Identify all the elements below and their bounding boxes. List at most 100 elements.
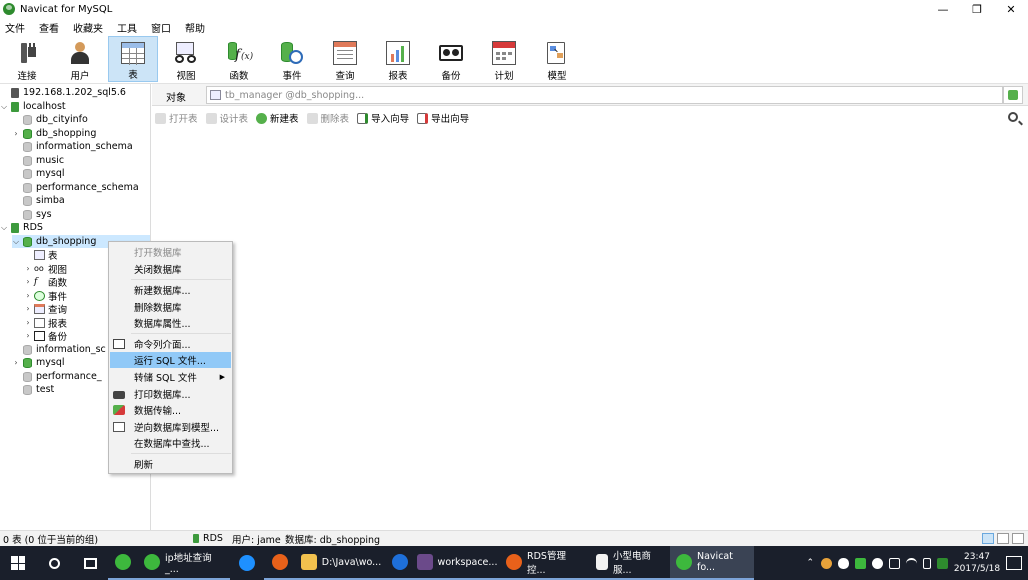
- chevron-right-icon[interactable]: ›: [24, 264, 32, 273]
- menu-item-dump-sql-file[interactable]: 转储 SQL 文件 ▶: [110, 369, 231, 385]
- menu-item-console[interactable]: 命令列介面...: [110, 336, 231, 352]
- close-button[interactable]: ✕: [994, 0, 1028, 18]
- task-view-button[interactable]: [72, 546, 108, 580]
- chevron-down-icon[interactable]: ⌵: [0, 223, 8, 233]
- toolbar-connection-button[interactable]: 连接: [2, 36, 52, 82]
- menu-window[interactable]: 窗口: [146, 20, 180, 35]
- taskbar-app-browser[interactable]: ip地址查询_...: [138, 546, 230, 580]
- open-table-button[interactable]: 打开表: [155, 111, 198, 125]
- volume-icon[interactable]: [889, 557, 900, 569]
- object-path-field[interactable]: tb_manager @db_shopping...: [206, 86, 1003, 104]
- menu-item-print-database[interactable]: 打印数据库...: [110, 386, 231, 402]
- toolbar-user-button[interactable]: 用户: [55, 36, 105, 82]
- taskbar-app-document[interactable]: 小型电商服...: [590, 546, 670, 580]
- taskbar-app-k[interactable]: [386, 546, 414, 580]
- chevron-right-icon[interactable]: ›: [24, 277, 32, 286]
- battery-icon[interactable]: [923, 557, 931, 569]
- import-wizard-button[interactable]: 导入向导: [357, 111, 409, 125]
- toolbar-view-button[interactable]: 视图: [161, 36, 211, 82]
- tree-item-database[interactable]: information_sc: [12, 343, 106, 356]
- tree-item-object[interactable]: › 报表: [24, 316, 67, 330]
- tree-item-object[interactable]: › f 函数: [24, 275, 67, 289]
- search-button[interactable]: [36, 546, 72, 580]
- chevron-right-icon[interactable]: ›: [24, 291, 32, 300]
- taskbar-app-wechat[interactable]: [108, 546, 138, 580]
- tree-item-database[interactable]: sys: [12, 208, 52, 221]
- tree-item-object[interactable]: › 查询: [24, 302, 67, 316]
- toolbar-event-button[interactable]: 事件: [267, 36, 317, 82]
- tree-item-database[interactable]: performance_: [12, 370, 102, 383]
- tree-item-database[interactable]: test: [12, 383, 54, 396]
- start-button[interactable]: [0, 546, 36, 580]
- er-diagram-view-button[interactable]: [1012, 533, 1024, 544]
- menu-item-run-sql-file[interactable]: 运行 SQL 文件...: [110, 352, 231, 368]
- toolbar-query-button[interactable]: 查询: [320, 36, 370, 82]
- toolbar-schedule-button[interactable]: 计划: [479, 36, 529, 82]
- wifi-icon[interactable]: [906, 557, 917, 569]
- menu-item-refresh[interactable]: 刷新: [110, 456, 231, 472]
- menu-file[interactable]: 文件: [0, 20, 34, 35]
- minimize-button[interactable]: —: [926, 0, 960, 18]
- menu-help[interactable]: 帮助: [180, 20, 214, 35]
- tree-item-database[interactable]: information_schema: [12, 140, 133, 153]
- chevron-right-icon[interactable]: ›: [24, 331, 32, 340]
- menu-view[interactable]: 查看: [34, 20, 68, 35]
- menu-favorites[interactable]: 收藏夹: [68, 20, 112, 35]
- design-table-button[interactable]: 设计表: [205, 111, 248, 125]
- menu-item-find-in-database[interactable]: 在数据库中查找...: [110, 435, 231, 451]
- tree-item-object[interactable]: › 事件: [24, 289, 67, 303]
- taskbar-app-explorer[interactable]: D:\Java\wo...: [296, 546, 386, 580]
- taskbar-app-navicat[interactable]: Navicat fo...: [670, 546, 754, 580]
- ime-icon[interactable]: [937, 557, 948, 569]
- clock[interactable]: 23:47 2017/5/18: [951, 551, 1003, 575]
- cloud-icon[interactable]: [838, 557, 849, 569]
- tree-item-database[interactable]: › db_shopping: [12, 127, 96, 140]
- tree-item-object[interactable]: › oo 视图: [24, 262, 67, 276]
- tray-app-icon[interactable]: [821, 557, 832, 569]
- tree-item-database[interactable]: db_cityinfo: [12, 113, 88, 126]
- shield-icon[interactable]: [855, 557, 866, 569]
- detail-view-button[interactable]: [997, 533, 1009, 544]
- delete-table-button[interactable]: 删除表: [306, 111, 349, 125]
- tree-item-database[interactable]: simba: [12, 194, 65, 207]
- tab-objects[interactable]: 对象: [166, 89, 186, 104]
- tree-item-connection[interactable]: 192.168.1.202_sql5.6: [0, 86, 126, 99]
- menu-item-close-database[interactable]: 关闭数据库: [110, 261, 231, 277]
- tree-item-connection[interactable]: ⌵ localhost: [0, 100, 66, 113]
- toolbar-backup-button[interactable]: 备份: [426, 36, 476, 82]
- chevron-down-icon[interactable]: ⌵: [0, 102, 8, 112]
- menu-item-database-properties[interactable]: 数据库属性...: [110, 315, 231, 331]
- chevron-right-icon[interactable]: ›: [12, 129, 20, 138]
- chevron-down-icon[interactable]: ⌵: [12, 237, 20, 247]
- export-wizard-button[interactable]: 导出向导: [417, 111, 469, 125]
- menu-item-data-transfer[interactable]: 数据传输...: [110, 402, 231, 418]
- menu-item-new-database[interactable]: 新建数据库...: [110, 282, 231, 298]
- menu-item-reverse-to-model[interactable]: 逆向数据库到模型...: [110, 419, 231, 435]
- taskbar-app-eclipse[interactable]: workspace...: [414, 546, 500, 580]
- chevron-right-icon[interactable]: ›: [12, 358, 20, 367]
- add-tab-button[interactable]: [1003, 86, 1023, 104]
- toolbar-report-button[interactable]: 报表: [373, 36, 423, 82]
- taskbar-app-firefox[interactable]: [264, 546, 296, 580]
- taskbar-app-rds-console[interactable]: RDS管理控...: [500, 546, 590, 580]
- tree-item-database[interactable]: performance_schema: [12, 181, 139, 194]
- tree-item-database[interactable]: music: [12, 154, 64, 167]
- restore-button[interactable]: ❐: [960, 0, 994, 18]
- chevron-right-icon[interactable]: ›: [24, 304, 32, 313]
- antivirus-icon[interactable]: [872, 557, 883, 569]
- toolbar-function-button[interactable]: f (x) 函数: [214, 36, 264, 82]
- menu-tools[interactable]: 工具: [112, 20, 146, 35]
- search-icon[interactable]: [1008, 112, 1018, 122]
- list-view-button[interactable]: [982, 533, 994, 544]
- menu-item-delete-database[interactable]: 删除数据库: [110, 299, 231, 315]
- menu-item-open-database[interactable]: 打开数据库: [110, 244, 231, 260]
- tree-item-object[interactable]: › 备份: [24, 329, 67, 343]
- toolbar-table-button[interactable]: 表: [108, 36, 158, 82]
- tray-expand-icon[interactable]: ⌃: [806, 558, 814, 568]
- tree-item-database[interactable]: › mysql: [12, 356, 64, 369]
- chevron-right-icon[interactable]: ›: [24, 318, 32, 327]
- tree-item-object[interactable]: 表: [32, 248, 58, 262]
- notification-icon[interactable]: [1006, 556, 1022, 570]
- tree-item-connection[interactable]: ⌵ RDS: [0, 221, 43, 234]
- tree-item-database[interactable]: mysql: [12, 167, 65, 180]
